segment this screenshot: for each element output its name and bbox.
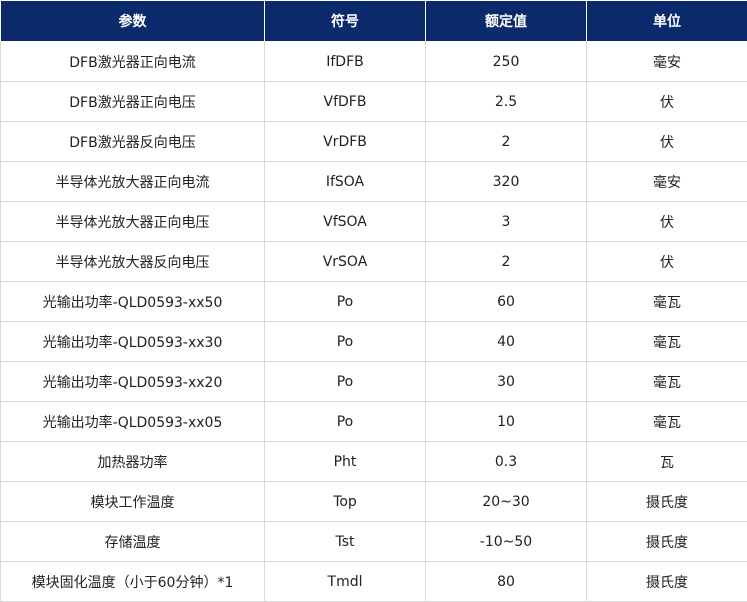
table-row: DFB激光器正向电流 IfDFB 250 毫安 <box>0 41 747 82</box>
cell-rated-value: 30 <box>425 361 587 402</box>
cell-unit: 伏 <box>586 121 747 162</box>
cell-unit: 摄氏度 <box>586 521 747 562</box>
table-row: 半导体光放大器反向电压 VrSOA 2 伏 <box>0 241 747 282</box>
cell-unit: 摄氏度 <box>586 481 747 522</box>
cell-parameter: 模块工作温度 <box>0 481 265 522</box>
table-row: 光输出功率-QLD0593-xx50 Po 60 毫瓦 <box>0 281 747 322</box>
table-row: 光输出功率-QLD0593-xx20 Po 30 毫瓦 <box>0 361 747 402</box>
cell-rated-value: 10 <box>425 401 587 442</box>
table-row: 半导体光放大器正向电压 VfSOA 3 伏 <box>0 201 747 242</box>
cell-symbol: VrSOA <box>264 241 426 282</box>
cell-unit: 伏 <box>586 241 747 282</box>
cell-parameter: 半导体光放大器反向电压 <box>0 241 265 282</box>
cell-parameter: 光输出功率-QLD0593-xx20 <box>0 361 265 402</box>
cell-symbol: IfDFB <box>264 41 426 82</box>
cell-rated-value: 2.5 <box>425 81 587 122</box>
header-rated-value: 额定值 <box>425 0 587 42</box>
cell-symbol: Po <box>264 401 426 442</box>
cell-unit: 瓦 <box>586 441 747 482</box>
cell-unit: 毫瓦 <box>586 401 747 442</box>
table-row: 光输出功率-QLD0593-xx05 Po 10 毫瓦 <box>0 401 747 442</box>
header-symbol: 符号 <box>264 0 426 42</box>
cell-rated-value: 20~30 <box>425 481 587 522</box>
cell-rated-value: 80 <box>425 561 587 602</box>
cell-symbol: Top <box>264 481 426 522</box>
cell-symbol: Po <box>264 321 426 362</box>
cell-unit: 伏 <box>586 201 747 242</box>
cell-parameter: 光输出功率-QLD0593-xx30 <box>0 321 265 362</box>
table-row: 光输出功率-QLD0593-xx30 Po 40 毫瓦 <box>0 321 747 362</box>
cell-rated-value: 40 <box>425 321 587 362</box>
cell-rated-value: 2 <box>425 241 587 282</box>
table-row: DFB激光器正向电压 VfDFB 2.5 伏 <box>0 81 747 122</box>
table-row: 模块工作温度 Top 20~30 摄氏度 <box>0 481 747 522</box>
cell-parameter: DFB激光器反向电压 <box>0 121 265 162</box>
ratings-table: 参数 符号 额定值 单位 DFB激光器正向电流 IfDFB 250 毫安 DFB… <box>0 0 747 602</box>
cell-parameter: 模块固化温度（小于60分钟）*1 <box>0 561 265 602</box>
cell-rated-value: 250 <box>425 41 587 82</box>
cell-unit: 毫安 <box>586 41 747 82</box>
cell-unit: 摄氏度 <box>586 561 747 602</box>
cell-rated-value: 0.3 <box>425 441 587 482</box>
cell-parameter: 加热器功率 <box>0 441 265 482</box>
cell-unit: 毫瓦 <box>586 281 747 322</box>
table-row: 模块固化温度（小于60分钟）*1 Tmdl 80 摄氏度 <box>0 561 747 602</box>
cell-parameter: 半导体光放大器正向电流 <box>0 161 265 202</box>
cell-symbol: Po <box>264 281 426 322</box>
cell-unit: 毫瓦 <box>586 361 747 402</box>
cell-rated-value: 320 <box>425 161 587 202</box>
cell-symbol: VfDFB <box>264 81 426 122</box>
table-row: 半导体光放大器正向电流 IfSOA 320 毫安 <box>0 161 747 202</box>
header-parameter: 参数 <box>0 0 265 42</box>
cell-rated-value: 3 <box>425 201 587 242</box>
cell-symbol: Tst <box>264 521 426 562</box>
cell-rated-value: -10~50 <box>425 521 587 562</box>
header-row: 参数 符号 额定值 单位 <box>0 0 747 42</box>
cell-rated-value: 2 <box>425 121 587 162</box>
cell-parameter: 光输出功率-QLD0593-xx50 <box>0 281 265 322</box>
header-unit: 单位 <box>586 0 747 42</box>
cell-parameter: 半导体光放大器正向电压 <box>0 201 265 242</box>
cell-unit: 伏 <box>586 81 747 122</box>
table-row: 存储温度 Tst -10~50 摄氏度 <box>0 521 747 562</box>
cell-unit: 毫安 <box>586 161 747 202</box>
cell-symbol: Pht <box>264 441 426 482</box>
cell-unit: 毫瓦 <box>586 321 747 362</box>
cell-parameter: DFB激光器正向电压 <box>0 81 265 122</box>
cell-parameter: 存储温度 <box>0 521 265 562</box>
cell-symbol: VfSOA <box>264 201 426 242</box>
cell-symbol: VrDFB <box>264 121 426 162</box>
cell-parameter: 光输出功率-QLD0593-xx05 <box>0 401 265 442</box>
cell-symbol: IfSOA <box>264 161 426 202</box>
table-row: DFB激光器反向电压 VrDFB 2 伏 <box>0 121 747 162</box>
cell-rated-value: 60 <box>425 281 587 322</box>
table-header: 参数 符号 额定值 单位 <box>0 0 747 42</box>
table-body: DFB激光器正向电流 IfDFB 250 毫安 DFB激光器正向电压 VfDFB… <box>0 41 747 602</box>
cell-symbol: Tmdl <box>264 561 426 602</box>
cell-symbol: Po <box>264 361 426 402</box>
table-row: 加热器功率 Pht 0.3 瓦 <box>0 441 747 482</box>
cell-parameter: DFB激光器正向电流 <box>0 41 265 82</box>
